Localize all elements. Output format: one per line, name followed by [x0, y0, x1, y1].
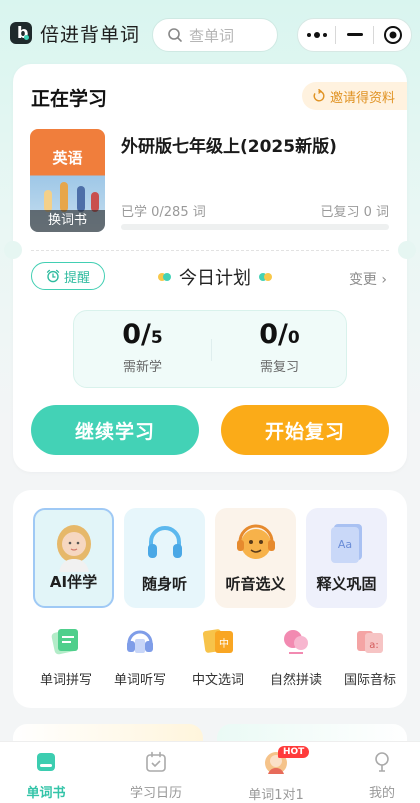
plan-stats: 0/5 需新学 0/0 需复习	[73, 310, 347, 388]
continue-study-button[interactable]: 继续学习	[31, 405, 199, 455]
tab-calendar[interactable]: 学习日历	[114, 750, 198, 801]
tool-dictation[interactable]: 单词听写	[101, 625, 179, 688]
plan-title: 今日计划	[149, 264, 281, 290]
listening-face-icon	[236, 524, 275, 559]
alarm-clock-icon	[46, 269, 60, 283]
remind-label: 提醒	[63, 270, 90, 286]
phonics-icon	[284, 630, 308, 654]
svg-text:中: 中	[219, 637, 229, 650]
tab-wordbook[interactable]: 单词书	[4, 750, 88, 801]
feature-ai-tutor[interactable]: AI伴学	[33, 508, 114, 608]
book-title[interactable]: 外研版七年级上(2025新版)	[121, 132, 337, 157]
plan-title-text: 今日计划	[179, 268, 251, 289]
plan-right-decor-icon	[259, 273, 272, 281]
chinese-choice-icon: 中	[202, 629, 233, 653]
search-input[interactable]: 查单词	[152, 18, 278, 52]
more-menu-button[interactable]	[298, 19, 335, 51]
search-placeholder: 查单词	[189, 26, 235, 45]
feature-listen-choose[interactable]: 听音选义	[215, 508, 296, 608]
app-logo-icon: b	[10, 22, 32, 44]
search-icon	[168, 28, 182, 42]
study-progress-bar	[121, 224, 389, 230]
book-cover-subject: 英语	[52, 149, 83, 167]
new-words-stat: 0/5 需新学	[122, 319, 163, 375]
refresh-coin-icon	[313, 89, 325, 102]
change-plan-button[interactable]: 变更 ›	[349, 269, 387, 289]
tab-one-on-one[interactable]: HOT 单词1对1	[234, 746, 318, 803]
minimize-icon	[346, 33, 363, 36]
tool-phonics-label: 自然拼读	[269, 673, 322, 688]
change-book-button[interactable]: 换词书	[30, 210, 105, 232]
feature-listen-choose-label: 听音选义	[225, 575, 286, 593]
invite-button[interactable]: 邀请得资料	[301, 82, 407, 110]
phonetic-symbol-icon: a:	[357, 631, 383, 653]
definition-book-icon: Aa	[330, 524, 362, 563]
feature-definition-label: 释义巩固	[316, 575, 377, 593]
tool-dictation-label: 单词听写	[113, 673, 166, 688]
review-words-stat: 0/0 需复习	[259, 319, 300, 375]
feature-card: AI伴学 随身听 听音选义 Aa 释义巩固 单词拼写 单词听写 中 中文选词 自…	[13, 490, 407, 708]
tab-one-on-one-label: 单词1对1	[248, 788, 304, 803]
feature-ai-tutor-label: AI伴学	[49, 573, 98, 591]
minimize-button[interactable]	[336, 19, 373, 51]
spelling-icon	[51, 629, 78, 655]
tool-spelling-label: 单词拼写	[39, 673, 92, 688]
study-card: 正在学习 邀请得资料 英语 换词书 外研版七年级上(2025新版) 已学 0/2…	[4, 64, 416, 472]
tool-chinese-choice[interactable]: 中 中文选词	[179, 625, 257, 688]
invite-label: 邀请得资料	[329, 90, 395, 106]
tool-phonetic-label: 国际音标	[343, 673, 396, 688]
profile-icon	[375, 752, 389, 772]
tool-chinese-choice-label: 中文选词	[191, 673, 244, 688]
tool-spelling[interactable]: 单词拼写	[27, 625, 105, 688]
feature-definition[interactable]: Aa 释义巩固	[306, 508, 387, 608]
top-bar: b 倍进背单词 查单词	[0, 0, 420, 68]
ai-tutor-avatar-icon	[56, 525, 91, 572]
dictation-icon	[127, 630, 153, 653]
svg-text:Aa: Aa	[337, 538, 351, 551]
start-review-button[interactable]: 开始复习	[221, 405, 389, 455]
svg-text:a:: a:	[369, 640, 379, 651]
bottom-tab-bar: 单词书 学习日历 HOT 单词1对1 我的	[0, 741, 420, 803]
tab-mine[interactable]: 我的	[340, 750, 420, 801]
feature-listen[interactable]: 随身听	[124, 508, 205, 608]
mini-program-capsule	[297, 18, 412, 52]
more-dots-icon	[306, 32, 327, 38]
wordbook-icon	[37, 753, 55, 771]
calendar-icon	[146, 751, 166, 772]
plan-left-decor-icon	[158, 273, 171, 281]
hot-badge: HOT	[278, 746, 310, 758]
close-app-button[interactable]	[374, 19, 411, 51]
tab-wordbook-label: 单词书	[26, 786, 66, 801]
target-close-icon	[383, 26, 402, 44]
remind-button[interactable]: 提醒	[31, 262, 105, 290]
studying-title: 正在学习	[31, 88, 108, 110]
tab-calendar-label: 学习日历	[129, 786, 182, 801]
tool-phonics[interactable]: 自然拼读	[257, 625, 335, 688]
headphones-icon	[147, 526, 182, 558]
tool-phonetic[interactable]: a: 国际音标	[331, 625, 409, 688]
learned-count: 已学 0/285 词	[121, 205, 206, 220]
tab-mine-label: 我的	[368, 786, 395, 801]
book-cover[interactable]: 英语 换词书	[30, 129, 105, 232]
app-name: 倍进背单词	[40, 24, 141, 46]
feature-listen-label: 随身听	[141, 575, 187, 593]
reviewed-count: 已复习 0 词	[320, 205, 389, 220]
